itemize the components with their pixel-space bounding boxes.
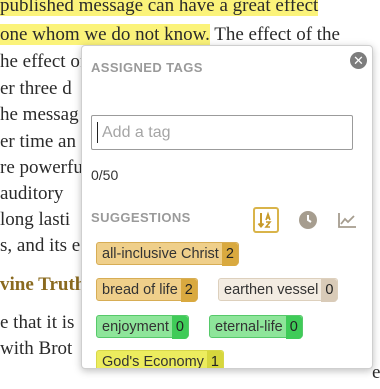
tag-usage-count: 0: [321, 279, 338, 302]
clock-icon: [299, 211, 317, 229]
suggested-tag[interactable]: enjoyment 0: [96, 315, 189, 339]
assigned-tags-title: ASSIGNED TAGS: [91, 60, 203, 75]
trend-chart-icon: [338, 213, 356, 228]
suggested-tag[interactable]: earthen vessel 0: [218, 278, 339, 302]
tag-count: 0/50: [91, 167, 119, 183]
close-button[interactable]: ✕: [350, 52, 367, 69]
text-cursor: [97, 122, 98, 143]
add-tag-input[interactable]: [91, 115, 353, 150]
sort-trending-button[interactable]: [334, 207, 360, 233]
suggested-tag[interactable]: God's Economy 1: [96, 350, 224, 368]
tag-usage-count: 0: [171, 316, 188, 339]
suggested-tag[interactable]: eternal-life 0: [209, 315, 303, 339]
sort-recent-button[interactable]: [295, 207, 321, 233]
highlighted-text[interactable]: one whom we do not know.: [0, 24, 210, 45]
close-icon: ✕: [353, 53, 364, 68]
sort-alpha-icon: [257, 211, 272, 229]
tag-usage-count: 2: [180, 279, 197, 302]
tag-usage-count: 0: [285, 316, 302, 339]
sort-alpha-button[interactable]: [253, 207, 279, 233]
tag-usage-count: 2: [221, 243, 238, 266]
tags-popover: ASSIGNED TAGS ✕ 0/50 SUGGESTIONS all-inc…: [81, 45, 373, 369]
suggestions-title: SUGGESTIONS: [91, 210, 191, 225]
suggested-tag[interactable]: all-inclusive Christ 2: [96, 242, 239, 266]
suggested-tag[interactable]: bread of life 2: [96, 278, 198, 302]
tag-usage-count: 1: [206, 351, 223, 368]
highlighted-text[interactable]: published message can have a great effec…: [0, 0, 319, 16]
